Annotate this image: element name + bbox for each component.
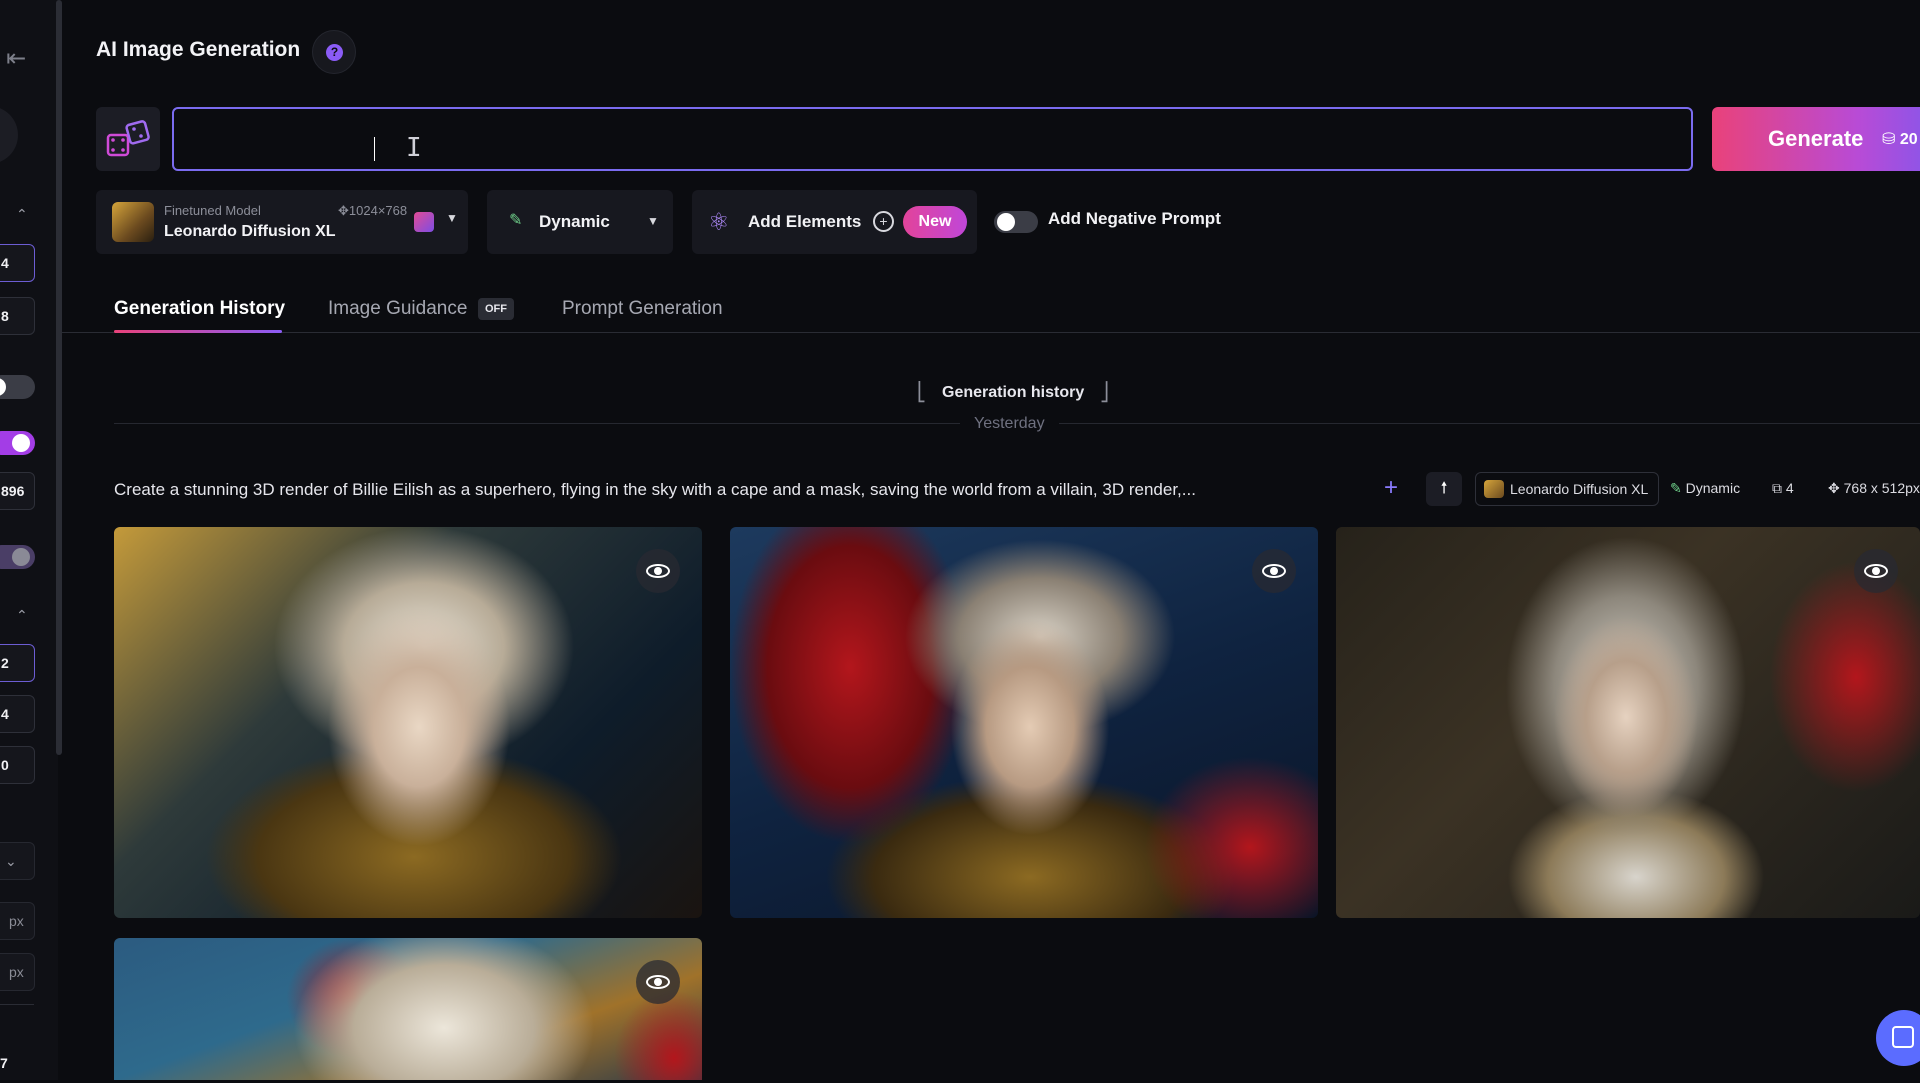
add-elements-label: Add Elements <box>748 212 862 231</box>
image-count-option-selected[interactable]: 4 <box>0 244 35 282</box>
model-badge-icon <box>414 212 434 232</box>
plus-circle-icon: + <box>873 211 894 232</box>
model-thumbnail <box>1484 480 1504 498</box>
negative-prompt-toggle[interactable] <box>994 211 1038 233</box>
view-image-button[interactable] <box>1854 549 1898 593</box>
divider <box>0 1004 34 1005</box>
brush-icon: ✎ <box>509 212 523 229</box>
generation-count: ⧉ 4 <box>1772 480 1794 497</box>
tab-generation-history[interactable]: Generation History <box>114 298 285 320</box>
text-caret <box>374 137 375 161</box>
negative-prompt-label[interactable]: Add Negative Prompt <box>1048 209 1221 229</box>
sidebar-toggle-disabled[interactable] <box>0 545 35 569</box>
images-icon: ⧉ <box>1772 480 1786 496</box>
view-image-button[interactable] <box>636 549 680 593</box>
option[interactable]: 4 <box>0 695 35 733</box>
history-day-label: Yesterday <box>960 415 1059 433</box>
off-badge: OFF <box>478 298 514 320</box>
style-name: Dynamic <box>539 212 610 231</box>
eye-pupil <box>1872 567 1880 575</box>
prompt-text-field[interactable] <box>174 109 1691 169</box>
page-title: AI Image Generation <box>96 38 301 61</box>
generation-style: ✎ Dynamic <box>1670 480 1740 497</box>
chevron-up-icon[interactable]: ⌃ <box>16 206 28 223</box>
generation-info-row: Create a stunning 3D render of Billie Ei… <box>114 472 1920 508</box>
collapse-sidebar-icon[interactable]: ⇤ <box>6 44 26 73</box>
generation-model-name: Leonardo Diffusion XL <box>1510 481 1649 497</box>
model-selector[interactable]: Finetuned Model ✥1024×768 Leonardo Diffu… <box>96 190 468 254</box>
history-title: Generation history <box>942 384 1085 401</box>
arrow-up-icon: 🠕 <box>1440 480 1448 497</box>
dice-icon <box>106 120 150 157</box>
caret-down-icon[interactable]: ▼ <box>446 211 458 225</box>
generation-model-chip[interactable]: Leonardo Diffusion XL <box>1475 472 1660 506</box>
settings-sidebar: ⇤ ⌃ 4 8 896 ⌃ 2 4 0 ⌄ px px 7 <box>0 0 58 1080</box>
atom-icon: ⚛ <box>708 209 730 236</box>
bracket-left-icon: ⎣ <box>917 382 926 402</box>
style-selector[interactable]: ✎ Dynamic ▼ <box>487 190 673 254</box>
brush-icon: ✎ <box>1670 480 1686 496</box>
new-badge: New <box>903 206 967 238</box>
generated-image[interactable] <box>1336 527 1920 918</box>
unit-label: px <box>0 902 35 940</box>
generation-prompt[interactable]: Create a stunning 3D render of Billie Ei… <box>114 480 1196 500</box>
token-cost: ⛁ 20 <box>1882 129 1918 149</box>
plus-icon[interactable]: + <box>1384 474 1398 502</box>
generated-image[interactable] <box>114 938 702 1080</box>
eye-pupil <box>1270 567 1278 575</box>
unit-label: px <box>0 953 35 991</box>
resize-icon: ✥ <box>338 203 349 218</box>
tab-bar: Generation History Image Guidance OFF Pr… <box>62 290 1920 333</box>
generated-image[interactable] <box>114 527 702 918</box>
token-cost-value: 20 <box>1899 131 1918 148</box>
option-selected[interactable]: 2 <box>0 644 35 682</box>
model-resolution: ✥1024×768 <box>338 203 407 219</box>
image-count-option[interactable]: 8 <box>0 297 35 335</box>
generate-label: Generate <box>1768 126 1864 151</box>
option[interactable]: 0 <box>0 746 35 784</box>
chevron-down-icon[interactable]: ⌄ <box>0 842 35 880</box>
chevron-up-icon[interactable]: ⌃ <box>16 607 28 624</box>
model-name: Leonardo Diffusion XL <box>164 223 336 240</box>
generation-style-name: Dynamic <box>1685 480 1741 496</box>
dimension-value[interactable]: 896 <box>0 472 35 510</box>
help-button[interactable]: ? <box>312 30 356 74</box>
tab-prompt-generation[interactable]: Prompt Generation <box>562 298 723 320</box>
bracket-right-icon: ⎦ <box>1100 382 1109 402</box>
help-icon: ? <box>326 44 343 61</box>
prompt-input[interactable]: I <box>172 107 1693 171</box>
main-panel: AI Image Generation ? I Generate ⛁ 20 Fi… <box>62 0 1920 1080</box>
caret-down-icon[interactable]: ▼ <box>647 214 659 228</box>
eye-pupil <box>654 978 662 986</box>
generated-image[interactable] <box>730 527 1318 918</box>
model-thumbnail <box>112 202 154 242</box>
chat-icon <box>1892 1026 1914 1048</box>
token-icon: ⛁ <box>1882 131 1900 148</box>
model-resolution-value: 1024×768 <box>348 203 408 218</box>
view-image-button[interactable] <box>636 960 680 1004</box>
resize-icon: ✥ <box>1828 480 1844 496</box>
generation-count-value: 4 <box>1785 480 1794 496</box>
active-tab-indicator <box>114 330 282 333</box>
sidebar-toggle-on[interactable] <box>0 431 35 455</box>
sidebar-avatar[interactable] <box>0 106 18 164</box>
view-image-button[interactable] <box>1252 549 1296 593</box>
reuse-prompt-button[interactable]: 🠕 <box>1426 472 1462 506</box>
random-prompt-button[interactable] <box>96 107 160 171</box>
generation-resolution: ✥ 768 x 512px <box>1828 480 1920 497</box>
generation-resolution-value: 768 x 512px <box>1843 480 1920 496</box>
toggle-knob <box>997 213 1015 231</box>
eye-pupil <box>654 567 662 575</box>
tab-image-guidance[interactable]: Image Guidance <box>328 298 467 320</box>
text-cursor-icon: I <box>406 133 422 163</box>
sidebar-toggle-off[interactable] <box>0 375 35 399</box>
value: 7 <box>0 1055 8 1071</box>
add-elements-button[interactable]: ⚛ Add Elements + New <box>692 190 977 254</box>
generate-button[interactable]: Generate ⛁ 20 <box>1712 107 1920 171</box>
model-subtitle: Finetuned Model <box>164 203 261 218</box>
